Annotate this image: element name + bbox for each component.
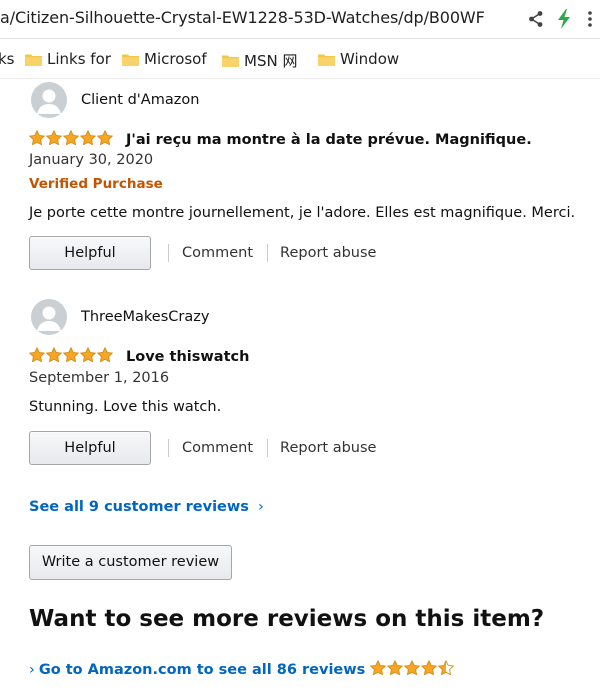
user-icon — [37, 89, 61, 114]
folder-icon — [222, 55, 239, 67]
bookmarks-bar: ks Links for Microsof MSN 网 Window — [0, 40, 600, 79]
bookmark-label: Window — [340, 50, 400, 68]
star-icon — [96, 129, 114, 149]
star-icon — [370, 659, 387, 679]
review-title[interactable]: Love thiswatch — [126, 349, 249, 365]
amazon-reviews-link[interactable]: › Go to Amazon.com to see all 86 reviews — [29, 659, 455, 679]
folder-icon — [25, 54, 42, 66]
bookmark-folder[interactable]: MSN 网 — [222, 50, 297, 71]
amazon-link-label: Go to Amazon.com to see all 86 reviews — [38, 661, 366, 678]
bookmark-folder[interactable]: Microsof — [122, 50, 207, 68]
star-icon — [45, 129, 63, 149]
star-icon — [62, 346, 80, 366]
write-review-button[interactable]: Write a customer review — [29, 545, 232, 580]
review-date: January 30, 2020 — [29, 152, 154, 168]
review-body: Je porte cette montre journellement, je … — [29, 205, 576, 221]
folder-icon — [122, 54, 139, 66]
star-rating — [28, 129, 114, 149]
report-abuse-link[interactable]: Report abuse — [280, 440, 376, 456]
more-reviews-heading: Want to see more reviews on this item? — [29, 606, 545, 632]
verified-purchase-badge: Verified Purchase — [29, 176, 163, 192]
review-body: Stunning. Love this watch. — [29, 399, 222, 415]
address-bar[interactable]: a/Citizen-Silhouette-Crystal-EW1228-53D-… — [0, 0, 600, 39]
chevron-right-icon: › — [257, 499, 264, 515]
more-icon[interactable] — [585, 10, 595, 28]
bookmark-item[interactable]: ks — [0, 50, 15, 68]
chevron-right-icon: › — [29, 661, 35, 678]
star-icon — [438, 659, 455, 679]
review-rating-row: Love thiswatch — [28, 346, 249, 366]
comment-link[interactable]: Comment — [182, 245, 253, 261]
author-name: ThreeMakesCrazy — [81, 309, 210, 325]
review-title[interactable]: J'ai reçu ma montre à la date prévue. Ma… — [126, 132, 532, 148]
avatar — [31, 299, 67, 335]
author-name: Client d'Amazon — [81, 92, 200, 108]
bookmark-folder[interactable]: Window — [318, 50, 399, 68]
user-icon — [37, 306, 61, 331]
divider — [267, 439, 269, 457]
star-icon — [79, 346, 97, 366]
divider — [168, 244, 169, 262]
review-author[interactable]: Client d'Amazon — [31, 82, 199, 118]
divider — [267, 244, 269, 262]
review-rating-row: J'ai reçu ma montre à la date prévue. Ma… — [28, 129, 532, 149]
avatar — [31, 82, 67, 118]
star-icon — [62, 129, 80, 149]
divider — [168, 439, 169, 457]
star-icon — [28, 129, 46, 149]
report-abuse-link[interactable]: Report abuse — [280, 245, 376, 261]
bookmark-label: Links for — [47, 50, 111, 68]
bookmark-folder[interactable]: Links for — [25, 50, 111, 68]
see-all-reviews-link[interactable]: See all 9 customer reviews › — [29, 499, 264, 515]
bolt-icon[interactable] — [557, 9, 571, 29]
review-author[interactable]: ThreeMakesCrazy — [31, 299, 209, 335]
helpful-button[interactable]: Helpful — [29, 236, 151, 270]
star-icon — [45, 346, 63, 366]
star-icon — [96, 346, 114, 366]
folder-icon — [318, 54, 335, 66]
url-text[interactable]: a/Citizen-Silhouette-Crystal-EW1228-53D-… — [0, 8, 485, 27]
helpful-button[interactable]: Helpful — [29, 431, 151, 465]
comment-link[interactable]: Comment — [182, 440, 253, 456]
bookmark-label: MSN 网 — [244, 52, 298, 70]
share-icon[interactable] — [528, 10, 544, 28]
star-icon — [387, 659, 404, 679]
review-date: September 1, 2016 — [29, 370, 170, 386]
review-actions: Comment Report abuse — [168, 439, 376, 457]
star-icon — [404, 659, 421, 679]
bookmark-label: ks — [0, 50, 15, 68]
star-icon — [421, 659, 438, 679]
review-actions: Comment Report abuse — [168, 244, 376, 262]
bookmark-label: Microsof — [144, 50, 207, 68]
star-icon — [79, 129, 97, 149]
star-rating — [370, 659, 455, 679]
star-rating — [28, 346, 114, 366]
star-icon — [28, 346, 46, 366]
see-all-label: See all 9 customer reviews — [29, 499, 249, 515]
